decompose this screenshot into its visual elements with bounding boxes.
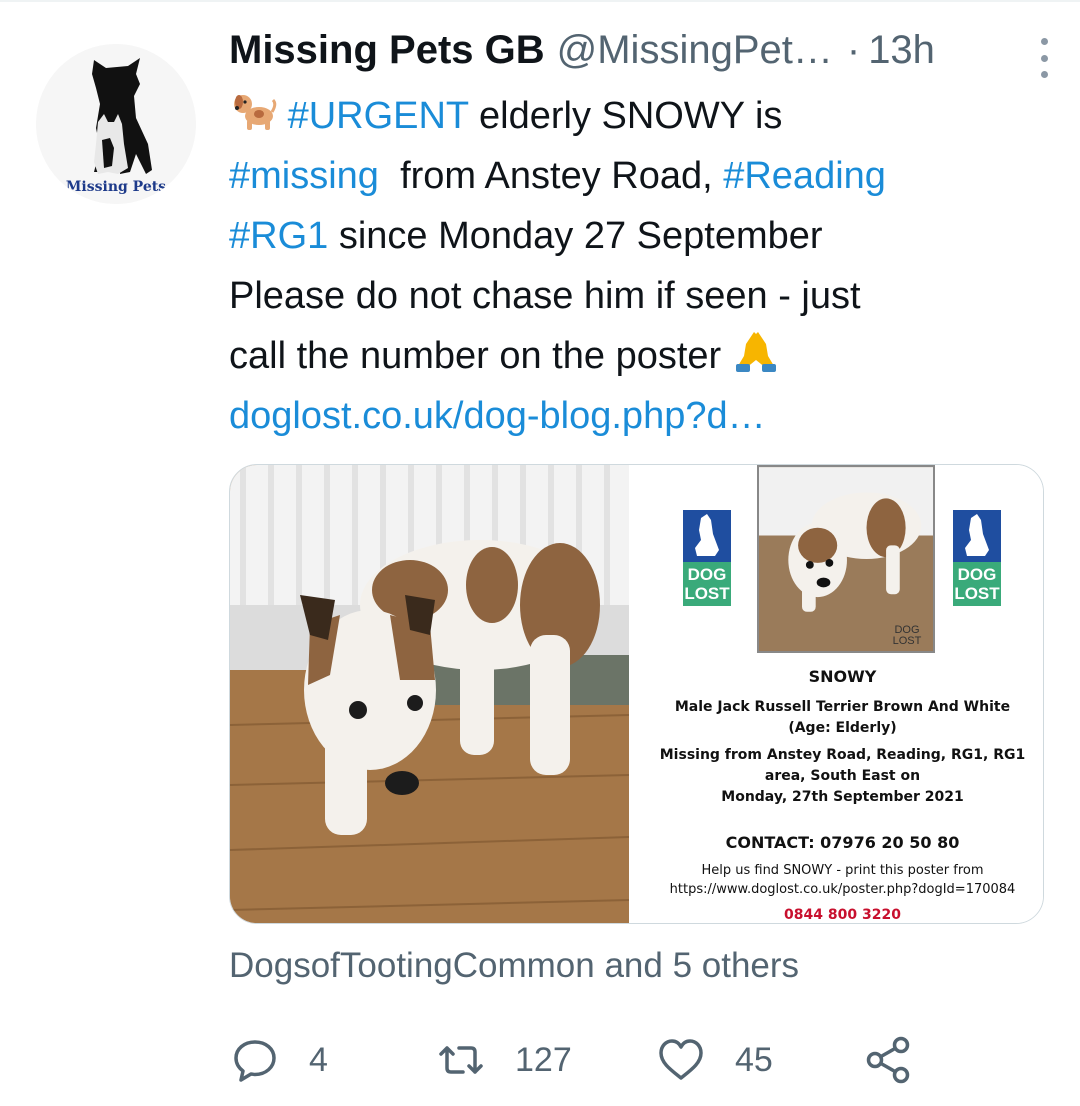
poster-dog-photo: DOG LOST	[756, 465, 935, 653]
separator-dot: ·	[846, 28, 861, 72]
tweet-line-5: call the number on the poster	[229, 326, 1049, 386]
svg-text:Missing Pets: Missing Pets	[66, 179, 166, 195]
tweet-text-segment: call the number on the poster	[229, 335, 732, 377]
more-options-icon[interactable]	[1034, 38, 1054, 78]
retweet-icon	[439, 1046, 483, 1074]
avatar[interactable]: Missing Pets	[36, 44, 196, 204]
top-divider	[0, 0, 1080, 2]
share-icon	[866, 1036, 910, 1084]
tweet-timestamp[interactable]: 13h	[868, 28, 935, 73]
share-button[interactable]	[863, 1030, 913, 1090]
tweet-link[interactable]: doglost.co.uk/dog-blog.php?d…	[229, 386, 1049, 446]
poster-description-1: Male Jack Russell Terrier Brown And Whit…	[674, 699, 1011, 715]
reply-icon	[234, 1040, 276, 1082]
like-button[interactable]: 45	[657, 1030, 773, 1090]
poster-contact: CONTACT: 07976 20 50 80	[725, 833, 960, 852]
doglost-logo-right: DOG LOST	[952, 510, 1001, 606]
tweet-line-2: #missing from Anstey Road, #Reading	[229, 146, 1049, 206]
missing-pets-logo-icon: Missing Pets	[36, 44, 196, 204]
dog-icon	[234, 95, 277, 130]
hashtag-missing[interactable]: #missing	[229, 155, 379, 197]
like-count: 45	[735, 1040, 773, 1079]
media-gap	[629, 465, 641, 923]
doglost-logo-text-1: DOG	[957, 565, 997, 584]
doglost-logo-text-1: DOG	[687, 565, 727, 584]
doglost-dog-icon	[682, 510, 731, 562]
doglost-logo-text-2: LOST	[954, 584, 1000, 603]
hashtag-urgent[interactable]: #URGENT	[288, 95, 469, 137]
poster-help-2: https://www.doglost.co.uk/poster.php?dog…	[669, 882, 1016, 897]
poster-missing-1: Missing from Anstey Road, Reading, RG1, …	[659, 747, 1026, 763]
reply-button[interactable]: 4	[231, 1030, 328, 1090]
social-context[interactable]: DogsofTootingCommon and 5 others	[229, 946, 799, 986]
tweet-actions: 4 127 45	[229, 1030, 929, 1090]
tweet-line-1: #URGENT elderly SNOWY is	[229, 86, 1049, 146]
doglost-logo-text-2: LOST	[684, 584, 730, 603]
doglost-logo-left: DOG LOST	[682, 510, 731, 606]
author-handle[interactable]: @MissingPet…	[557, 28, 833, 73]
tweet-media: DOG LOST DOG LOST DOG LOST SNOWY Male Ja…	[229, 464, 1044, 924]
poster-dog-name: SNOWY	[808, 667, 877, 686]
tweet-text-segment: from Anstey Road,	[378, 155, 724, 197]
poster-description-2: (Age: Elderly)	[788, 720, 897, 736]
poster-watermark: DOG LOST	[892, 624, 922, 647]
tweet-content: Missing Pets GB @MissingPet… · 13h #URGE…	[229, 28, 1049, 446]
tweet-text-segment: elderly SNOWY is	[468, 95, 783, 137]
heart-icon	[659, 1039, 703, 1080]
doglost-dog-icon	[952, 510, 1001, 562]
reply-count: 4	[309, 1040, 328, 1079]
dog-photo[interactable]	[230, 465, 630, 923]
poster-phone: 0844 800 3220	[784, 907, 901, 923]
folded-hands-icon	[735, 332, 776, 372]
hashtag-rg1[interactable]: #RG1	[229, 215, 328, 257]
author-name[interactable]: Missing Pets GB	[229, 28, 545, 73]
lost-dog-poster[interactable]: DOG LOST DOG LOST DOG LOST SNOWY Male Ja…	[640, 465, 1043, 923]
poster-help-1: Help us find SNOWY - print this poster f…	[701, 863, 984, 878]
retweet-button[interactable]: 127	[437, 1030, 572, 1090]
dog-photo-image	[230, 465, 630, 923]
tweet-line-4: Please do not chase him if seen - just	[229, 275, 861, 317]
tweet-header: Missing Pets GB @MissingPet… · 13h	[229, 28, 1049, 86]
poster-missing-3: Monday, 27th September 2021	[721, 789, 964, 805]
tweet-line-3: #RG1 since Monday 27 September	[229, 206, 1049, 266]
tweet-text: #URGENT elderly SNOWY is #missing from A…	[229, 86, 1049, 446]
retweet-count: 127	[515, 1040, 572, 1079]
tweet-text-segment: since Monday 27 September	[328, 215, 823, 257]
hashtag-reading[interactable]: #Reading	[723, 155, 886, 197]
poster-missing-2: area, South East on	[764, 768, 921, 784]
